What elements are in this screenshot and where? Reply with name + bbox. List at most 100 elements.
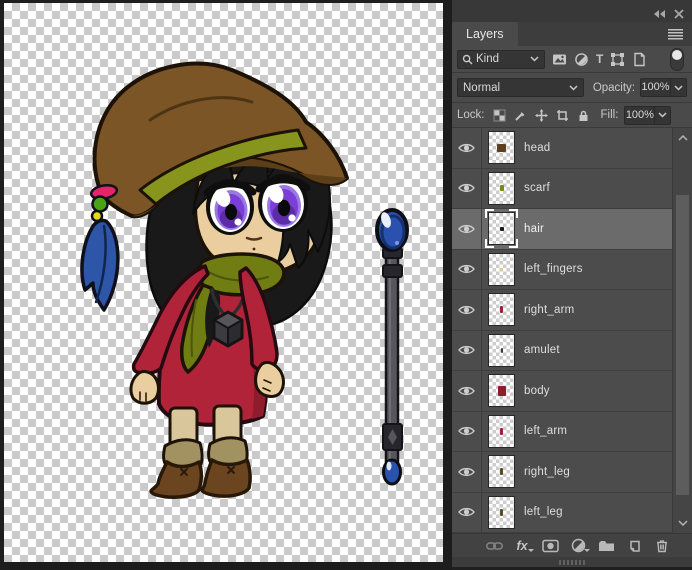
eye-icon xyxy=(458,386,475,395)
visibility-toggle[interactable] xyxy=(452,492,482,532)
visibility-toggle[interactable] xyxy=(452,290,482,330)
blend-mode-dropdown[interactable]: Normal xyxy=(457,78,584,97)
layer-styles-fx-icon[interactable]: fx xyxy=(513,537,534,555)
blend-mode-value: Normal xyxy=(463,81,501,94)
layer-thumb-glyph xyxy=(500,267,503,271)
fill-value[interactable]: 100% xyxy=(625,107,654,124)
layer-thumbnail[interactable] xyxy=(488,374,515,408)
opacity-value[interactable]: 100% xyxy=(641,79,670,96)
type-layers-icon[interactable]: T xyxy=(596,52,603,66)
lock-paint-icon[interactable] xyxy=(514,109,527,122)
new-layer-icon[interactable] xyxy=(625,537,643,555)
layer-thumb-glyph xyxy=(499,226,504,231)
layer-row[interactable]: right_arm xyxy=(452,290,672,331)
layer-mask-icon[interactable] xyxy=(541,537,559,555)
layer-name: left_leg xyxy=(524,506,563,519)
eye-icon xyxy=(458,143,475,152)
opacity-field[interactable]: 100% xyxy=(640,78,687,97)
eye-icon xyxy=(458,224,475,233)
layer-name: head xyxy=(524,141,551,154)
visibility-toggle[interactable] xyxy=(452,249,482,289)
link-layers-icon[interactable] xyxy=(485,537,503,555)
panel-resize-strip[interactable] xyxy=(452,557,692,567)
layer-row[interactable]: left_leg xyxy=(452,492,672,533)
visibility-toggle[interactable] xyxy=(452,371,482,411)
chibi-character xyxy=(80,61,349,499)
layer-thumbnail[interactable] xyxy=(488,495,515,529)
layer-thumb-glyph xyxy=(500,468,503,476)
layer-row[interactable]: head xyxy=(452,128,672,169)
shape-layers-icon[interactable] xyxy=(610,52,625,67)
adjustment-layers-icon[interactable] xyxy=(574,52,589,67)
visibility-toggle[interactable] xyxy=(452,168,482,208)
document-window xyxy=(0,0,452,570)
visibility-toggle[interactable] xyxy=(452,209,482,249)
layer-group-icon[interactable] xyxy=(597,537,615,555)
layer-name: amulet xyxy=(524,344,560,357)
eye-icon xyxy=(458,305,475,314)
layer-row[interactable]: left_fingers xyxy=(452,249,672,290)
layer-thumb-glyph xyxy=(497,143,506,152)
layer-thumbnail[interactable] xyxy=(488,333,515,367)
layer-thumbnail[interactable] xyxy=(488,252,515,286)
layer-thumbnail[interactable] xyxy=(488,455,515,489)
layer-thumbnail[interactable] xyxy=(488,293,515,327)
kind-filter-label: Kind xyxy=(476,53,500,65)
eye-icon xyxy=(458,508,475,517)
layer-thumbnail[interactable] xyxy=(488,131,515,165)
layer-row[interactable]: body xyxy=(452,371,672,412)
lock-all-icon[interactable] xyxy=(577,109,590,122)
search-icon xyxy=(462,54,473,65)
panel-tabbar: Layers xyxy=(452,22,692,46)
layer-thumb-glyph xyxy=(500,306,503,314)
layer-row[interactable]: amulet xyxy=(452,330,672,371)
layer-name: right_arm xyxy=(524,303,575,316)
lock-row: Lock: Fill: 100% xyxy=(452,103,692,128)
eye-icon xyxy=(458,184,475,193)
adjustment-layer-icon[interactable] xyxy=(569,537,590,555)
chevron-down-icon xyxy=(569,82,578,94)
visibility-toggle[interactable] xyxy=(452,128,482,168)
delete-layer-icon[interactable] xyxy=(653,537,671,555)
layer-name: scarf xyxy=(524,182,550,195)
layer-thumb-glyph xyxy=(500,347,503,353)
scrollbar-thumb[interactable] xyxy=(676,195,689,495)
chevron-down-icon[interactable] xyxy=(670,79,686,96)
fill-field[interactable]: 100% xyxy=(624,105,672,125)
panel-titlebar xyxy=(452,0,692,22)
layer-thumbnail[interactable] xyxy=(488,414,515,448)
visibility-toggle[interactable] xyxy=(452,411,482,451)
pixel-layers-icon[interactable] xyxy=(552,52,567,67)
smart-objects-icon[interactable] xyxy=(632,52,647,67)
eye-icon xyxy=(458,265,475,274)
layer-row[interactable]: right_leg xyxy=(452,452,672,493)
resize-grip-icon[interactable] xyxy=(559,560,585,565)
layer-row[interactable]: left_arm xyxy=(452,411,672,452)
lock-artboard-icon[interactable] xyxy=(556,109,569,122)
layer-thumb-glyph xyxy=(500,427,503,435)
layer-filtering-toggle[interactable] xyxy=(670,47,684,71)
document-canvas[interactable] xyxy=(4,3,443,562)
layer-name: right_leg xyxy=(524,465,570,478)
panel-menu-icon[interactable] xyxy=(668,29,683,40)
layers-scrollbar[interactable] xyxy=(672,128,692,533)
kind-filter-dropdown[interactable]: Kind xyxy=(457,49,545,69)
filter-row: Kind T xyxy=(452,46,692,73)
eye-icon xyxy=(458,346,475,355)
lock-position-icon[interactable] xyxy=(534,108,548,122)
tab-layers[interactable]: Layers xyxy=(452,22,518,46)
layer-row[interactable]: scarf xyxy=(452,168,672,209)
visibility-toggle[interactable] xyxy=(452,330,482,370)
opacity-label: Opacity: xyxy=(592,81,635,94)
chevron-down-icon[interactable] xyxy=(654,106,670,124)
scroll-up-icon[interactable] xyxy=(673,130,692,146)
lock-transparency-icon[interactable] xyxy=(493,109,506,122)
layer-thumbnail[interactable] xyxy=(488,171,515,205)
scroll-down-icon[interactable] xyxy=(673,515,692,531)
layer-thumb-glyph xyxy=(497,385,506,396)
chevron-down-icon xyxy=(530,53,539,65)
layer-name: hair xyxy=(524,222,544,235)
visibility-toggle[interactable] xyxy=(452,452,482,492)
layer-row[interactable]: hair xyxy=(452,209,672,250)
layers-footer-toolbar: fx xyxy=(452,533,692,557)
